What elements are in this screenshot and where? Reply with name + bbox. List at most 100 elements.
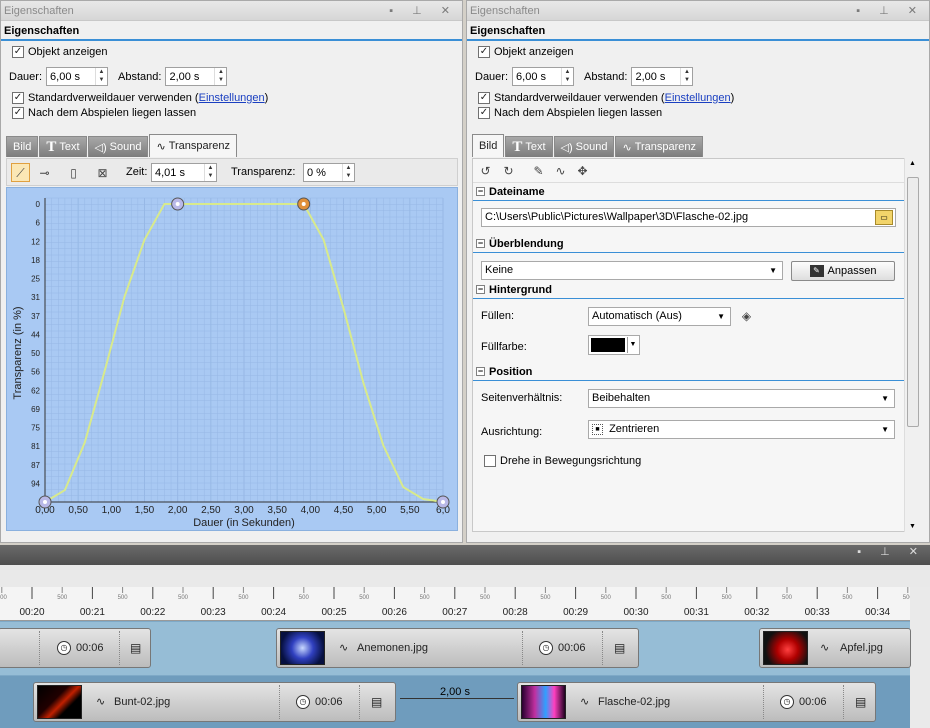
timeline-window-controls[interactable]: ▪ ⊥ ✕ bbox=[857, 545, 926, 558]
linear-tool-icon[interactable]: ⊸ bbox=[35, 163, 54, 182]
left-show-object-row[interactable]: ✓ Objekt anzeigen bbox=[12, 46, 108, 58]
left-tab-text[interactable]: T Text bbox=[39, 136, 87, 157]
right-show-object-row[interactable]: ✓ Objekt anzeigen bbox=[478, 46, 574, 58]
right-default-duration-checkbox[interactable]: ✓ bbox=[478, 92, 490, 104]
spin-arrows-icon[interactable]: ▲ ▼ bbox=[342, 164, 354, 181]
right-tab-transparenz[interactable]: ∿ Transparenz bbox=[615, 136, 704, 157]
adjust-button[interactable]: ✎ Anpassen bbox=[791, 261, 895, 281]
timeline-item-anemonen[interactable]: ∿ Anemonen.jpg ◷ 00:06 ▤ bbox=[276, 628, 639, 668]
timeline-item-prev[interactable]: ◷ 00:06 ▤ bbox=[0, 628, 151, 668]
trash-icon[interactable]: ▤ bbox=[855, 695, 866, 709]
collapse-icon[interactable]: − bbox=[476, 367, 485, 376]
left-default-duration-row[interactable]: ✓ Standardverweildauer verwenden (Einste… bbox=[12, 92, 268, 104]
pen-tool-icon[interactable]: ✎ bbox=[529, 161, 548, 180]
chevron-down-icon: ▼ bbox=[717, 312, 725, 321]
aspect-dropdown[interactable]: Beibehalten ▼ bbox=[588, 389, 895, 408]
y-tick-label: 6 bbox=[36, 219, 41, 228]
left-stay-after-row[interactable]: ✓ Nach dem Abspielen liegen lassen bbox=[12, 107, 196, 119]
right-window-controls[interactable]: ▪ ⊥ ✕ bbox=[856, 1, 925, 21]
move-tool-icon[interactable]: ✥ bbox=[573, 161, 592, 180]
left-window-controls[interactable]: ▪ ⊥ ✕ bbox=[389, 1, 458, 21]
left-keyframe-toolbar: ⟋ ⊸ ▯ ⊠ Zeit: 4,01 s ▲ ▼ Transparenz: 0 %… bbox=[6, 158, 458, 186]
left-stay-after-checkbox[interactable]: ✓ bbox=[12, 107, 24, 119]
left-tab-sound[interactable]: ◁) Sound bbox=[87, 136, 149, 157]
vertical-scrollbar[interactable]: ▲ ▼ bbox=[904, 158, 921, 532]
rotate-left-icon[interactable]: ↺ bbox=[476, 161, 495, 180]
left-tab-transparenz[interactable]: ∿ Transparenz bbox=[149, 134, 238, 157]
fill-color-picker[interactable]: ▼ bbox=[588, 335, 640, 355]
scroll-up-icon[interactable]: ▲ bbox=[909, 160, 916, 167]
transition-gap[interactable]: 2,00 s bbox=[398, 684, 516, 714]
right-settings-link[interactable]: Einstellungen bbox=[665, 92, 731, 104]
timeline-scrollbar[interactable] bbox=[910, 587, 930, 728]
left-show-object-checkbox[interactable]: ✓ bbox=[12, 46, 24, 58]
right-duration-spinner[interactable]: 6,00 s ▲ ▼ bbox=[512, 67, 575, 86]
path-tool-icon[interactable]: ∿ bbox=[551, 161, 570, 180]
group-filename-label: Dateiname bbox=[489, 186, 545, 198]
time-ruler[interactable]: 500 500 00:20 500 00:21 500 00:22 500 00:23 500 00… bbox=[0, 587, 913, 621]
spin-arrows-icon[interactable]: ▲ ▼ bbox=[680, 68, 692, 85]
clock-icon: ◷ bbox=[296, 695, 310, 709]
right-tab-sound[interactable]: ◁) Sound bbox=[553, 136, 615, 157]
delete-keyframe-icon[interactable]: ▯ bbox=[64, 163, 83, 182]
spin-arrows-icon[interactable]: ▲ ▼ bbox=[214, 68, 226, 85]
align-dropdown[interactable]: ■ Zentrieren ▼ bbox=[588, 420, 895, 439]
x-tick-label: 5,50 bbox=[400, 505, 420, 516]
left-settings-link[interactable]: Einstellungen bbox=[199, 92, 265, 104]
align-center-icon: ■ bbox=[592, 423, 603, 435]
fill-options-icon[interactable]: ◈ bbox=[737, 306, 756, 325]
scroll-thumb[interactable] bbox=[907, 177, 919, 427]
timeline-item-flasche[interactable]: ∿ Flasche-02.jpg ◷ 00:06 ▤ bbox=[517, 682, 876, 722]
left-spacing-spinner[interactable]: 2,00 s ▲ ▼ bbox=[165, 67, 228, 86]
trash-icon[interactable]: ▤ bbox=[371, 695, 382, 709]
timeline-item-apfel[interactable]: ∿ Apfel.jpg bbox=[759, 628, 911, 668]
right-stay-after-row[interactable]: ✓ Nach dem Abspielen liegen lassen bbox=[478, 107, 662, 119]
right-tab-bild[interactable]: Bild bbox=[472, 134, 505, 157]
folder-icon[interactable]: ▭ bbox=[875, 210, 893, 225]
group-background[interactable]: − Hintergrund bbox=[473, 282, 910, 299]
x-tick-label: 5,00 bbox=[367, 505, 387, 516]
group-filename[interactable]: − Dateiname bbox=[473, 184, 910, 201]
right-show-object-checkbox[interactable]: ✓ bbox=[478, 46, 490, 58]
right-spacing-spinner[interactable]: 2,00 s ▲ ▼ bbox=[631, 67, 694, 86]
rotate-checkbox[interactable] bbox=[484, 455, 496, 467]
ruler-label: 00:26 bbox=[382, 607, 407, 618]
rotate-right-icon[interactable]: ↻ bbox=[499, 161, 518, 180]
scroll-down-icon[interactable]: ▼ bbox=[909, 523, 916, 530]
right-tab-text[interactable]: T Text bbox=[505, 136, 553, 157]
collapse-icon[interactable]: − bbox=[476, 285, 485, 294]
right-default-duration-row[interactable]: ✓ Standardverweildauer verwenden (Einste… bbox=[478, 92, 734, 104]
ruler-sub-label: 500 bbox=[359, 595, 370, 601]
blend-dropdown[interactable]: Keine ▼ bbox=[481, 261, 783, 280]
transparency-chart-svg[interactable]: 0612182531374450566269758187940,00 0,50 1,… bbox=[7, 188, 457, 530]
curve-tool-icon[interactable]: ⟋ bbox=[11, 163, 30, 182]
time-spinner[interactable]: 4,01 s ▲ ▼ bbox=[151, 163, 217, 182]
gap-label: 2,00 s bbox=[440, 686, 470, 698]
group-blend[interactable]: − Überblendung bbox=[473, 236, 910, 253]
spin-arrows-icon[interactable]: ▲ ▼ bbox=[95, 68, 107, 85]
duration-value: 00:06 bbox=[799, 696, 827, 708]
trash-icon[interactable]: ▤ bbox=[130, 641, 141, 655]
timeline-item-bunt[interactable]: ∿ Bunt-02.jpg ◷ 00:06 ▤ bbox=[33, 682, 396, 722]
collapse-icon[interactable]: − bbox=[476, 187, 485, 196]
ruler-sub-label: 500 bbox=[601, 595, 612, 601]
left-tab-bild[interactable]: Bild bbox=[6, 136, 39, 157]
spin-arrows-icon[interactable]: ▲ ▼ bbox=[561, 68, 573, 85]
transparency-spinner[interactable]: 0 % ▲ ▼ bbox=[303, 163, 355, 182]
right-stay-after-checkbox[interactable]: ✓ bbox=[478, 107, 490, 119]
spin-arrows-icon[interactable]: ▲ ▼ bbox=[204, 164, 216, 181]
left-duration-spinner[interactable]: 6,00 s ▲ ▼ bbox=[46, 67, 109, 86]
y-tick-label: 75 bbox=[31, 424, 40, 433]
filename-field[interactable]: C:\Users\Public\Pictures\Wallpaper\3D\Fl… bbox=[481, 208, 896, 227]
right-window-titlebar: Eigenschaften ▪ ⊥ ✕ bbox=[467, 1, 929, 21]
trash-icon[interactable]: ▤ bbox=[614, 641, 625, 655]
fill-dropdown[interactable]: Automatisch (Aus) ▼ bbox=[588, 307, 731, 326]
collapse-icon[interactable]: − bbox=[476, 239, 485, 248]
left-default-duration-checkbox[interactable]: ✓ bbox=[12, 92, 24, 104]
transparency-chart[interactable]: 0 6 12 18 25 31 37 44 50 56 62 69 75 81 87 94 0,00 0,50 1,… bbox=[6, 187, 458, 531]
rotate-row[interactable]: Drehe in Bewegungsrichtung bbox=[484, 455, 641, 467]
group-position[interactable]: − Position bbox=[473, 364, 910, 381]
grid-pattern-icon[interactable]: ⊠ bbox=[93, 163, 112, 182]
chevron-down-icon: ▼ bbox=[769, 266, 777, 275]
ruler-sub-label: 500 bbox=[118, 595, 129, 601]
